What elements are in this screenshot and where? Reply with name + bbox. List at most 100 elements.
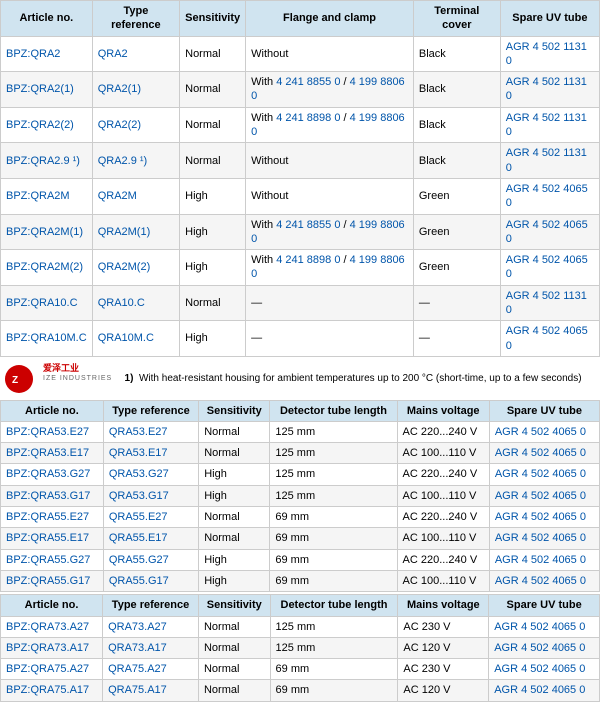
spare-link[interactable]: AGR 4 502 1131 0 xyxy=(506,76,587,102)
spare-link[interactable]: AGR 4 502 4065 0 xyxy=(506,183,588,209)
type-link[interactable]: QRA2M(1) xyxy=(98,226,151,238)
article-link[interactable]: BPZ:QRA55.E17 xyxy=(6,532,89,544)
col-header-terminal: Terminal cover xyxy=(413,1,500,37)
table-row: BPZ:QRA2(1)QRA2(1)NormalWith 4 241 8855 … xyxy=(1,72,600,108)
part-link[interactable]: 4 241 8898 0 xyxy=(276,254,340,266)
article-link[interactable]: BPZ:QRA2M xyxy=(6,190,70,202)
type-link[interactable]: QRA75.A27 xyxy=(108,663,167,675)
article-link[interactable]: BPZ:QRA55.E27 xyxy=(6,511,89,523)
spare-link[interactable]: AGR 4 502 4065 0 xyxy=(494,663,585,675)
type-link[interactable]: QRA53.E27 xyxy=(109,426,168,438)
table-cell: 69 mm xyxy=(270,507,397,528)
col3-header-type: Type reference xyxy=(103,595,199,616)
table-row: BPZ:QRA10.CQRA10.CNormal——AGR 4 502 1131… xyxy=(1,285,600,321)
type-link[interactable]: QRA53.G27 xyxy=(109,468,169,480)
table-cell: High xyxy=(199,549,270,570)
type-link[interactable]: QRA55.E17 xyxy=(109,532,168,544)
table-cell: Normal xyxy=(199,507,270,528)
table-cell: QRA2M(2) xyxy=(92,250,179,286)
table-row: BPZ:QRA75.A27QRA75.A27Normal69 mmAC 230 … xyxy=(1,659,600,680)
part-link[interactable]: 4 241 8898 0 xyxy=(276,112,340,124)
article-link[interactable]: BPZ:QRA75.A17 xyxy=(6,684,89,696)
spare-link[interactable]: AGR 4 502 4065 0 xyxy=(506,219,588,245)
col2-header-detector: Detector tube length xyxy=(270,400,397,421)
type-link[interactable]: QRA55.E27 xyxy=(109,511,168,523)
logo-icon: Z xyxy=(5,365,33,393)
article-link[interactable]: BPZ:QRA2(1) xyxy=(6,83,74,95)
spare-link[interactable]: AGR 4 502 1131 0 xyxy=(506,290,587,316)
table-cell: 125 mm xyxy=(270,443,397,464)
article-link[interactable]: BPZ:QRA55.G17 xyxy=(6,575,90,587)
table-cell: QRA53.G17 xyxy=(103,485,198,506)
table-cell: High xyxy=(199,485,270,506)
spare-link[interactable]: AGR 4 502 4065 0 xyxy=(495,511,586,523)
table-cell: BPZ:QRA10.C xyxy=(1,285,93,321)
article-link[interactable]: BPZ:QRA73.A17 xyxy=(6,642,89,654)
table-cell: QRA2(2) xyxy=(92,107,179,143)
spare-link[interactable]: AGR 4 502 4065 0 xyxy=(506,325,588,351)
col-header-flange: Flange and clamp xyxy=(246,1,414,37)
table-cell: BPZ:QRA2 xyxy=(1,36,93,72)
spare-link[interactable]: AGR 4 502 4065 0 xyxy=(494,684,585,696)
spare-link[interactable]: AGR 4 502 1131 0 xyxy=(506,112,587,138)
spare-link[interactable]: AGR 4 502 4065 0 xyxy=(495,575,586,587)
type-link[interactable]: QRA2 xyxy=(98,48,128,60)
article-link[interactable]: BPZ:QRA75.A27 xyxy=(6,663,89,675)
type-link[interactable]: QRA53.E17 xyxy=(109,447,168,459)
article-link[interactable]: BPZ:QRA10.C xyxy=(6,297,78,309)
spare-link[interactable]: AGR 4 502 4065 0 xyxy=(495,447,586,459)
table-cell: AGR 4 502 4065 0 xyxy=(489,421,599,442)
spare-link[interactable]: AGR 4 502 4065 0 xyxy=(495,468,586,480)
table-row: BPZ:QRA53.G27QRA53.G27High125 mmAC 220..… xyxy=(1,464,600,485)
spare-link[interactable]: AGR 4 502 4065 0 xyxy=(494,642,585,654)
article-link[interactable]: BPZ:QRA73.A27 xyxy=(6,621,89,633)
type-link[interactable]: QRA73.A27 xyxy=(108,621,167,633)
table-cell: With 4 241 8855 0 / 4 199 8806 0 xyxy=(246,214,414,250)
spare-link[interactable]: AGR 4 502 4065 0 xyxy=(495,532,586,544)
spare-link[interactable]: AGR 4 502 4065 0 xyxy=(495,426,586,438)
article-link[interactable]: BPZ:QRA53.G27 xyxy=(6,468,90,480)
part-link[interactable]: 4 241 8855 0 xyxy=(276,76,340,88)
type-link[interactable]: QRA53.G17 xyxy=(109,490,169,502)
article-link[interactable]: BPZ:QRA53.E27 xyxy=(6,426,89,438)
type-link[interactable]: QRA75.A17 xyxy=(108,684,167,696)
table-row: BPZ:QRA2QRA2NormalWithoutBlackAGR 4 502 … xyxy=(1,36,600,72)
table-cell: Green xyxy=(413,250,500,286)
table-cell: AGR 4 502 4065 0 xyxy=(489,507,599,528)
type-link[interactable]: QRA10.C xyxy=(98,297,145,309)
table-1: Article no. Type reference Sensitivity F… xyxy=(0,0,600,357)
article-link[interactable]: BPZ:QRA2 xyxy=(6,48,60,60)
table-row: BPZ:QRA53.G17QRA53.G17High125 mmAC 100..… xyxy=(1,485,600,506)
type-link[interactable]: QRA55.G17 xyxy=(109,575,169,587)
table-cell: AGR 4 502 4065 0 xyxy=(500,178,599,214)
table-cell: AGR 4 502 4065 0 xyxy=(500,250,599,286)
spare-link[interactable]: AGR 4 502 1131 0 xyxy=(506,41,587,67)
type-link[interactable]: QRA2(2) xyxy=(98,119,141,131)
type-link[interactable]: QRA10M.C xyxy=(98,332,154,344)
article-link[interactable]: BPZ:QRA2.9 ¹) xyxy=(6,155,80,167)
type-link[interactable]: QRA2(1) xyxy=(98,83,141,95)
table-cell: AGR 4 502 1131 0 xyxy=(500,72,599,108)
spare-link[interactable]: AGR 4 502 4065 0 xyxy=(495,490,586,502)
part-link[interactable]: 4 241 8855 0 xyxy=(276,219,340,231)
table-row: BPZ:QRA73.A17QRA73.A17Normal125 mmAC 120… xyxy=(1,637,600,658)
article-link[interactable]: BPZ:QRA53.G17 xyxy=(6,490,90,502)
table-cell: BPZ:QRA53.G17 xyxy=(1,485,104,506)
spare-link[interactable]: AGR 4 502 1131 0 xyxy=(506,147,587,173)
article-link[interactable]: BPZ:QRA53.E17 xyxy=(6,447,89,459)
type-link[interactable]: QRA73.A17 xyxy=(108,642,167,654)
table-cell: BPZ:QRA55.G27 xyxy=(1,549,104,570)
note-text: 1) With heat-resistant housing for ambie… xyxy=(120,359,600,398)
svg-text:Z: Z xyxy=(12,375,18,386)
table-cell: AC 220...240 V xyxy=(397,507,489,528)
table-cell: QRA75.A27 xyxy=(103,659,199,680)
type-link[interactable]: QRA2.9 ¹) xyxy=(98,155,148,167)
article-link[interactable]: BPZ:QRA2M(2) xyxy=(6,261,83,273)
spare-link[interactable]: AGR 4 502 4065 0 xyxy=(494,621,585,633)
type-link[interactable]: QRA2M xyxy=(98,190,137,202)
type-link[interactable]: QRA2M(2) xyxy=(98,261,151,273)
article-link[interactable]: BPZ:QRA2M(1) xyxy=(6,226,83,238)
article-link[interactable]: BPZ:QRA10M.C xyxy=(6,332,87,344)
article-link[interactable]: BPZ:QRA2(2) xyxy=(6,119,74,131)
spare-link[interactable]: AGR 4 502 4065 0 xyxy=(506,254,588,280)
